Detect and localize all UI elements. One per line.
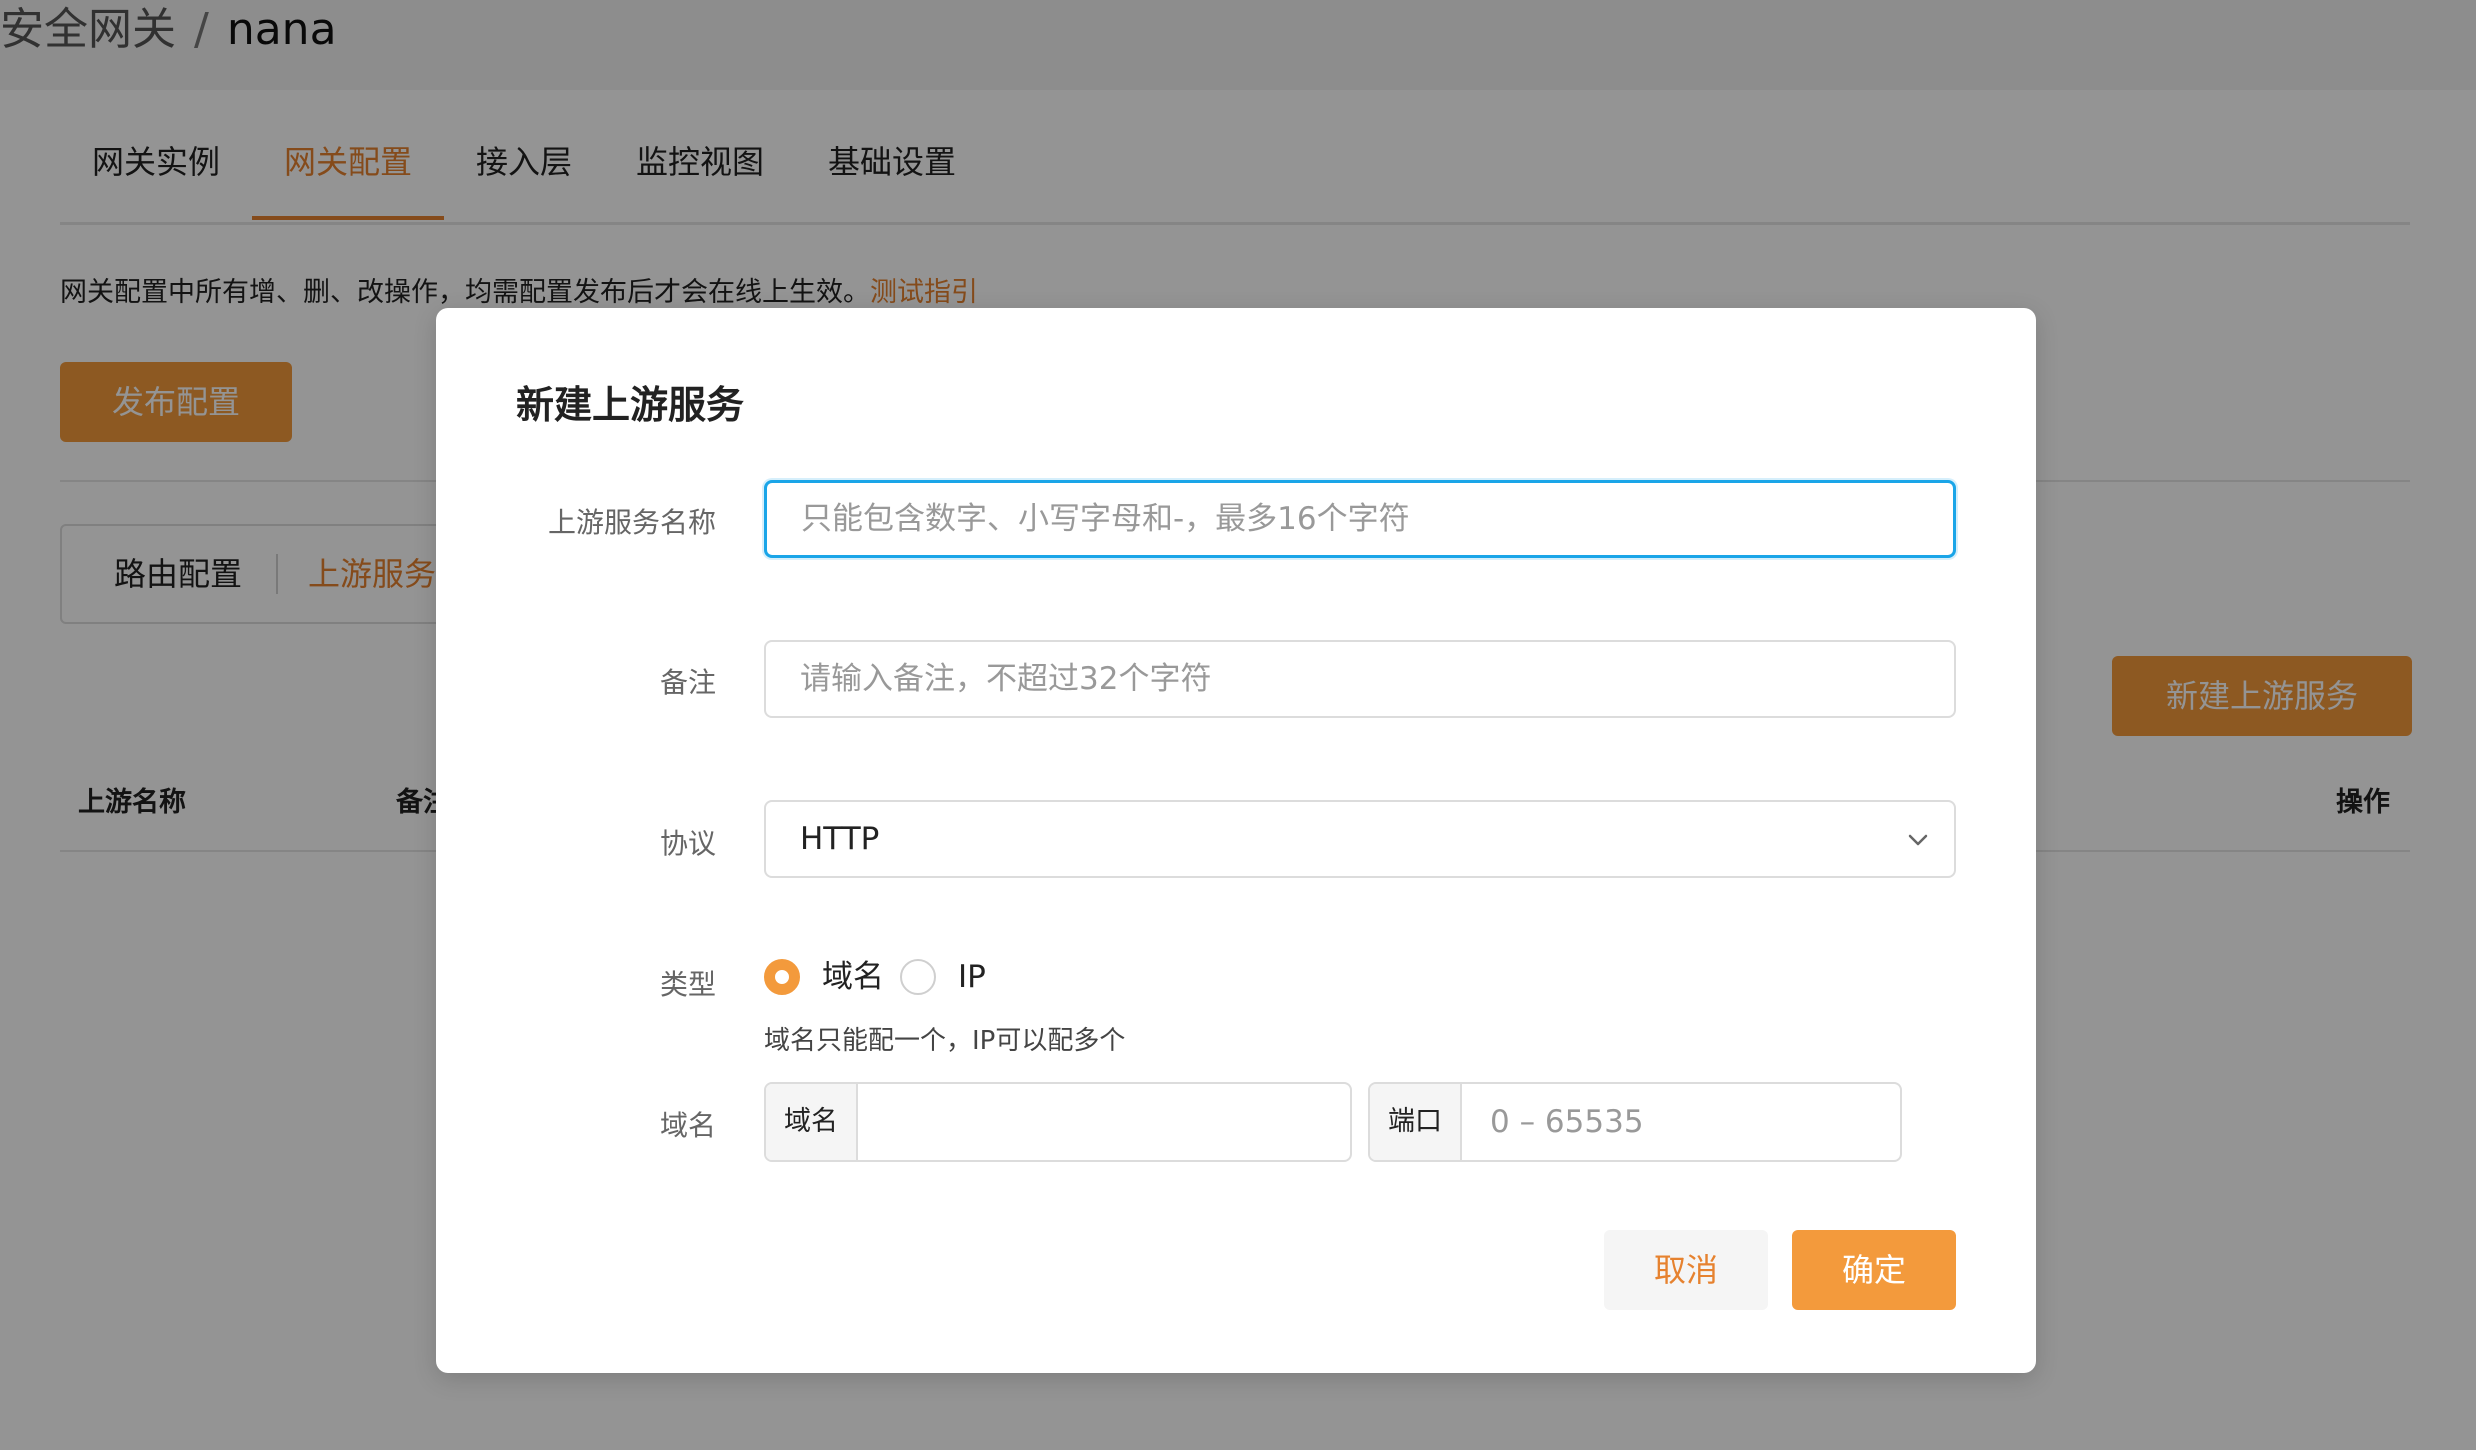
radio-ip[interactable]	[900, 959, 936, 995]
dialog-title: 新建上游服务	[516, 383, 745, 427]
protocol-select[interactable]: HTTP	[764, 800, 1956, 878]
label-upstream-name: 上游服务名称	[547, 506, 716, 539]
label-protocol: 协议	[659, 827, 716, 860]
cancel-button[interactable]: 取消	[1604, 1230, 1768, 1310]
radio-domain[interactable]	[764, 959, 800, 995]
confirm-button[interactable]: 确定	[1792, 1230, 1956, 1310]
label-domain: 域名	[659, 1109, 716, 1142]
label-type: 类型	[659, 968, 716, 1001]
port-input-group: 端口 0 – 65535	[1368, 1082, 1902, 1162]
port-input[interactable]: 0 – 65535	[1490, 1084, 1644, 1160]
type-hint: 域名只能配一个，IP可以配多个	[764, 1026, 1126, 1056]
new-upstream-dialog: 新建上游服务 上游服务名称 只能包含数字、小写字母和-，最多16个字符 备注 请…	[436, 308, 2036, 1373]
protocol-selected-value: HTTP	[800, 821, 880, 857]
radio-ip-label[interactable]: IP	[958, 953, 986, 1001]
port-addon: 端口	[1370, 1084, 1462, 1160]
label-remark: 备注	[659, 666, 716, 699]
upstream-name-input[interactable]: 只能包含数字、小写字母和-，最多16个字符	[764, 480, 1956, 558]
domain-input[interactable]	[858, 1084, 1350, 1160]
remark-input[interactable]: 请输入备注，不超过32个字符	[764, 640, 1956, 718]
domain-addon: 域名	[766, 1084, 858, 1160]
domain-input-group: 域名	[764, 1082, 1352, 1162]
chevron-down-icon	[1908, 834, 1928, 846]
radio-domain-label[interactable]: 域名	[822, 953, 884, 1001]
